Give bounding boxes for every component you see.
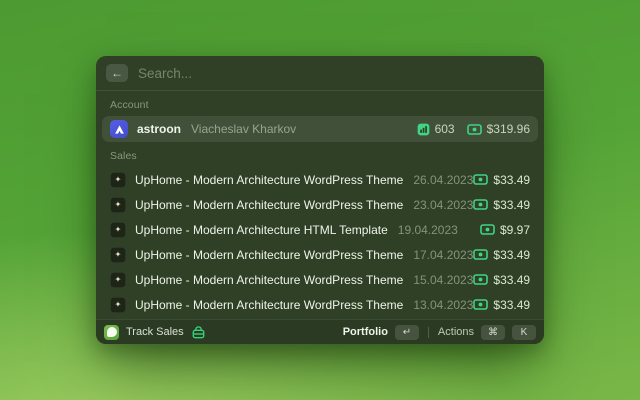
product-thumbnail: ✦ — [110, 196, 126, 213]
mountain-logo-icon — [114, 124, 124, 134]
sale-price-badge: $33.49 — [473, 248, 530, 262]
primary-action-label[interactable]: Portfolio — [343, 326, 388, 338]
uphome-logo-icon: ✦ — [114, 174, 122, 184]
banknote-icon — [473, 274, 489, 285]
sale-price: $9.97 — [499, 222, 530, 237]
account-owner: Viacheslav Kharkov — [191, 122, 297, 136]
sales-count-badge: 603 — [417, 122, 455, 136]
revenue-badge: $319.96 — [466, 122, 530, 136]
sale-list-item[interactable]: ✦ UpHome - Modern Architecture WordPress… — [102, 192, 538, 217]
sale-title: UpHome - Modern Architecture WordPress T… — [135, 247, 404, 262]
sale-title: UpHome - Modern Architecture WordPress T… — [135, 197, 404, 212]
search-input[interactable]: Search... — [138, 66, 192, 81]
arrow-left-icon: ← — [111, 66, 123, 80]
actions-menu-label[interactable]: Actions — [438, 326, 474, 338]
banknote-icon — [473, 249, 489, 260]
section-header-account: Account — [110, 99, 149, 111]
sale-price-badge: $33.49 — [473, 198, 530, 212]
chart-icon — [417, 123, 429, 135]
bag-icon — [192, 325, 205, 338]
banknote-icon — [480, 224, 495, 235]
sale-price-badge: $33.49 — [473, 173, 530, 187]
sale-list-item[interactable]: ✦ UpHome - Modern Architecture WordPress… — [102, 292, 538, 317]
uphome-logo-icon: ✦ — [114, 299, 122, 309]
track-sales-app-icon — [104, 324, 119, 340]
product-thumbnail: ✦ — [110, 246, 126, 263]
sales-count-value: 603 — [434, 122, 455, 136]
footer-bar: Track Sales Portfolio ↵ Actions ⌘ K — [96, 319, 544, 344]
back-button[interactable]: ← — [106, 64, 128, 82]
enter-key-icon: ↵ — [394, 324, 419, 340]
sale-date: 19.04.2023 — [397, 222, 458, 237]
sales-rows-container: ✦ UpHome - Modern Architecture WordPress… — [102, 167, 538, 319]
sale-price: $33.49 — [493, 297, 531, 312]
sale-price: $33.49 — [493, 247, 531, 262]
sale-date: 13.04.2023 — [413, 297, 474, 312]
k-key-icon: K — [512, 324, 536, 340]
results-list: Account astroon Viacheslav Kharkov 603 $… — [96, 91, 544, 319]
sale-date: 26.04.2023 — [413, 172, 474, 187]
sale-list-item[interactable]: ✦ UpHome - Modern Architecture WordPress… — [102, 267, 538, 292]
banknote-icon — [473, 199, 489, 210]
footer-divider — [427, 326, 429, 338]
sale-list-item[interactable]: ✦ UpHome - Modern Architecture WordPress… — [102, 167, 538, 192]
product-thumbnail: ✦ — [110, 296, 126, 313]
sale-price-badge: $9.97 — [480, 223, 530, 237]
sale-price: $33.49 — [493, 272, 531, 287]
uphome-logo-icon: ✦ — [114, 249, 122, 259]
product-thumbnail: ✦ — [110, 271, 126, 288]
uphome-logo-icon: ✦ — [114, 199, 122, 209]
sale-price: $33.49 — [493, 172, 531, 187]
uphome-logo-icon: ✦ — [114, 224, 122, 234]
sale-price-badge: $33.49 — [473, 273, 530, 287]
product-thumbnail: ✦ — [110, 171, 126, 188]
section-header-sales: Sales — [110, 150, 137, 162]
sale-list-item[interactable]: ✦ UpHome - Modern Architecture WordPress… — [102, 242, 538, 267]
uphome-logo-icon: ✦ — [114, 274, 122, 284]
sale-date: 17.04.2023 — [413, 247, 474, 262]
cmd-key-icon: ⌘ — [481, 324, 505, 340]
product-thumbnail: ✦ — [110, 221, 126, 238]
sale-date: 23.04.2023 — [413, 197, 474, 212]
sale-date: 15.04.2023 — [413, 272, 474, 287]
astroon-avatar-icon — [110, 120, 128, 138]
sale-price-badge: $33.49 — [473, 298, 530, 312]
banknote-icon — [473, 299, 489, 310]
banknote-icon — [466, 123, 482, 135]
footer-app-name: Track Sales — [126, 326, 184, 338]
account-name: astroon — [137, 122, 182, 136]
account-row[interactable]: astroon Viacheslav Kharkov 603 $319.96 — [102, 116, 538, 142]
desktop-background: ← Search... Account astroon Viacheslav K… — [0, 0, 640, 400]
search-bar: ← Search... — [96, 56, 544, 91]
sale-title: UpHome - Modern Architecture HTML Templa… — [135, 222, 388, 237]
sale-list-item[interactable]: ✦ UpHome - Modern Architecture HTML Temp… — [102, 217, 538, 242]
sale-price: $33.49 — [493, 197, 531, 212]
sale-title: UpHome - Modern Architecture WordPress T… — [135, 272, 404, 287]
revenue-value: $319.96 — [486, 122, 530, 136]
launcher-window: ← Search... Account astroon Viacheslav K… — [96, 56, 544, 344]
banknote-icon — [473, 174, 489, 185]
sale-title: UpHome - Modern Architecture WordPress T… — [135, 297, 404, 312]
sale-title: UpHome - Modern Architecture WordPress T… — [135, 172, 404, 187]
